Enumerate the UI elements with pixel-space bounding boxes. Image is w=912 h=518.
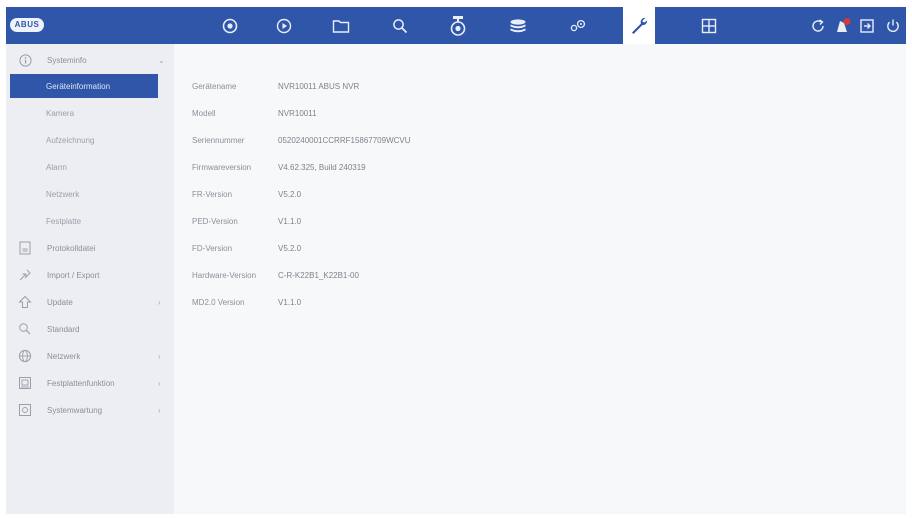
hdd-function-icon (18, 376, 32, 390)
chevron-down-icon: ⌄ (158, 55, 165, 65)
info-value: V4.62.325, Build 240319 (278, 162, 366, 172)
info-label: Modell (192, 108, 216, 118)
sidebar-item-label: Netzwerk (47, 351, 81, 361)
maintenance-wrench-icon[interactable] (623, 7, 655, 44)
sidebar-subitem-festplatte[interactable]: Festplatte (6, 209, 174, 233)
info-label: FR-Version (192, 189, 233, 199)
update-icon (18, 295, 32, 309)
info-value: 0520240001CCRRF15867709WCVU (278, 135, 411, 145)
sidebar-item-netzwerk[interactable]: Netzwerk › (6, 344, 174, 368)
info-label: MD2.0 Version (192, 297, 245, 307)
log-file-icon (18, 241, 32, 255)
info-row-hardware-version: Hardware-Version C-R-K22B1_K22B1-00 (192, 268, 359, 282)
info-value: NVR10011 ABUS NVR (278, 81, 360, 91)
sidebar-subitem-geraeteinformation[interactable]: Geräteinformation (10, 74, 158, 98)
search-icon[interactable] (385, 7, 415, 44)
info-value: NVR10011 (278, 108, 317, 118)
info-label: PED-Version (192, 216, 238, 226)
sidebar-item-label: Kamera (46, 108, 75, 118)
sidebar-item-standard[interactable]: Standard (6, 317, 174, 341)
import-export-icon (18, 268, 32, 282)
grid-view-icon[interactable] (694, 7, 724, 44)
device-info-panel: Gerätename NVR10011 ABUS NVR Modell NVR1… (174, 44, 906, 514)
info-value: V5.2.0 (278, 189, 302, 199)
sidebar-item-label: Aufzeichnung (46, 135, 95, 145)
info-value: C-R-K22B1_K22B1-00 (278, 270, 359, 280)
sidebar-item-update[interactable]: Update › (6, 290, 174, 314)
default-reset-icon (18, 322, 32, 336)
camera-icon[interactable] (215, 7, 245, 44)
sidebar-subitem-alarm[interactable]: Alarm (6, 155, 174, 179)
sidebar-subitem-kamera[interactable]: Kamera (6, 101, 174, 125)
ptz-camera-icon[interactable] (443, 7, 473, 44)
info-icon (18, 53, 32, 67)
info-label: Hardware-Version (192, 270, 257, 280)
info-row-modell: Modell NVR10011 (192, 106, 317, 120)
info-row-ped-version: PED-Version V1.1.0 (192, 214, 301, 228)
app-window: ABUS Systeminfo ⌄ Geräteinformation Kame… (6, 7, 906, 514)
sidebar: Systeminfo ⌄ Geräteinformation Kamera Au… (6, 44, 174, 514)
info-row-md2-version: MD2.0 Version V1.1.0 (192, 295, 301, 309)
sidebar-subitem-aufzeichnung[interactable]: Aufzeichnung (6, 128, 174, 152)
info-label: Firmwareversion (192, 162, 252, 172)
power-icon[interactable] (878, 7, 906, 44)
playback-icon[interactable] (269, 7, 299, 44)
info-row-firmwareversion: Firmwareversion V4.62.325, Build 240319 (192, 160, 366, 174)
sidebar-item-label: Alarm (46, 162, 67, 172)
info-value: V1.1.0 (278, 216, 302, 226)
network-globe-icon (18, 349, 32, 363)
info-label: Seriennummer (192, 135, 245, 145)
system-maintenance-icon (18, 403, 32, 417)
folder-icon[interactable] (326, 7, 356, 44)
sidebar-item-systeminfo[interactable]: Systeminfo ⌄ (6, 48, 174, 72)
chevron-right-icon: › (158, 405, 161, 415)
sidebar-item-label: Protokolldatei (47, 243, 96, 253)
info-value: V5.2.0 (278, 243, 302, 253)
sidebar-item-label: Geräteinformation (46, 81, 111, 91)
sidebar-item-systemwartung[interactable]: Systemwartung › (6, 398, 174, 422)
info-row-geraetename: Gerätename NVR10011 ABUS NVR (192, 79, 359, 93)
chevron-right-icon: › (158, 378, 161, 388)
sidebar-item-label: Standard (47, 324, 80, 334)
sidebar-item-label: Update (47, 297, 73, 307)
sidebar-item-label: Systeminfo (47, 55, 87, 65)
sidebar-item-festplattenfunktion[interactable]: Festplattenfunktion › (6, 371, 174, 395)
info-row-fd-version: FD-Version V5.2.0 (192, 241, 301, 255)
sidebar-item-label: Festplatte (46, 216, 82, 226)
sidebar-item-label: Festplattenfunktion (47, 378, 115, 388)
chevron-right-icon: › (158, 351, 161, 361)
abus-logo: ABUS (10, 18, 44, 32)
sidebar-item-label: Import / Export (47, 270, 100, 280)
info-label: FD-Version (192, 243, 233, 253)
info-label: Gerätename (192, 81, 237, 91)
sidebar-subitem-netzwerk[interactable]: Netzwerk (6, 182, 174, 206)
storage-icon[interactable] (503, 7, 533, 44)
top-menu-bar: ABUS (6, 7, 906, 44)
sidebar-item-label: Netzwerk (46, 189, 80, 199)
chevron-right-icon: › (158, 297, 161, 307)
info-row-fr-version: FR-Version V5.2.0 (192, 187, 301, 201)
info-row-seriennummer: Seriennummer 0520240001CCRRF15867709WCVU (192, 133, 411, 147)
sidebar-item-protokolldatei[interactable]: Protokolldatei (6, 236, 174, 260)
info-value: V1.1.0 (278, 297, 302, 307)
settings-gears-icon[interactable] (563, 7, 593, 44)
sidebar-item-import-export[interactable]: Import / Export (6, 263, 174, 287)
sidebar-item-label: Systemwartung (47, 405, 103, 415)
